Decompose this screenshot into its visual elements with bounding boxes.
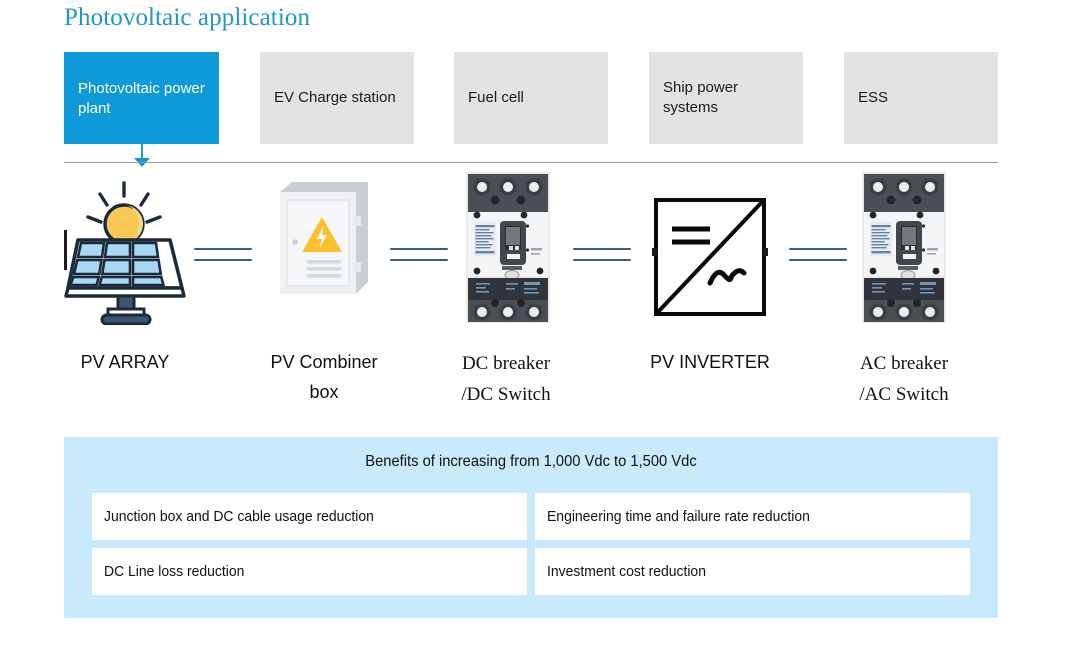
tab-label: Fuel cell [468, 89, 524, 107]
connector-dc-breaker-to-inverter [573, 248, 631, 262]
benefits-title: Benefits of increasing from 1,000 Vdc to… [365, 453, 697, 470]
label-line: box [309, 381, 339, 402]
benefit-label: Investment cost reduction [547, 563, 706, 580]
application-tab-strip: Photovoltaic power plant EV Charge stati… [64, 52, 998, 144]
tab-ship-power-systems[interactable]: Ship power systems [649, 52, 803, 144]
flow-node-pv-array [62, 170, 192, 330]
label-line: AC breaker [859, 353, 949, 374]
benefit-label: Junction box and DC cable usage reductio… [104, 508, 374, 525]
tab-label: Ship power systems [663, 79, 739, 116]
flow-node-pv-combiner-box [272, 170, 372, 330]
circuit-breaker-icon [862, 172, 946, 323]
section-divider [64, 162, 998, 163]
inverter-symbol-icon [652, 198, 768, 316]
tab-label: EV Charge station [274, 89, 396, 107]
page-title: Photovoltaic application [64, 4, 311, 31]
label-dc-breaker: DC breaker /DC Switch [430, 348, 582, 411]
label-line: PV Combiner [270, 352, 378, 372]
benefits-grid: Junction box and DC cable usage reductio… [92, 493, 970, 595]
label-pv-inverter: PV INVERTER [628, 348, 792, 378]
flow-node-pv-inverter [652, 170, 768, 330]
system-flow-diagram [0, 170, 1078, 340]
label-line: PV ARRAY [80, 352, 170, 372]
tab-fuel-cell[interactable]: Fuel cell [454, 52, 608, 144]
combiner-box-icon [280, 182, 368, 294]
circuit-breaker-icon [466, 172, 550, 323]
benefit-item: Investment cost reduction [535, 548, 970, 595]
label-line: PV INVERTER [650, 352, 770, 372]
connector-pv-array-to-combiner [194, 248, 252, 262]
flow-node-ac-breaker [860, 170, 948, 330]
tab-ess[interactable]: ESS [844, 52, 998, 144]
benefit-label: DC Line loss reduction [104, 563, 245, 580]
tab-label: ESS [858, 89, 889, 107]
benefit-item: DC Line loss reduction [92, 548, 527, 595]
tab-ev-charge-station[interactable]: EV Charge station [260, 52, 414, 144]
connector-combiner-to-dc-breaker [390, 248, 448, 262]
flow-node-dc-breaker [464, 170, 552, 330]
benefit-label: Engineering time and failure rate reduct… [547, 508, 810, 525]
label-line: /DC Switch [461, 384, 551, 406]
label-ac-breaker: AC breaker /AC Switch [824, 348, 984, 411]
benefit-item: Junction box and DC cable usage reductio… [92, 493, 527, 540]
flow-node-labels: PV ARRAY PV Combiner box DC breaker /DC … [0, 348, 1078, 408]
label-line: /AC Switch [859, 384, 949, 406]
tab-photovoltaic-power-plant[interactable]: Photovoltaic power plant [64, 52, 219, 144]
label-line: DC breaker [461, 353, 551, 374]
label-pv-combiner-box: PV Combiner box [244, 348, 404, 407]
solar-panel-icon [64, 181, 186, 325]
benefit-item: Engineering time and failure rate reduct… [535, 493, 970, 540]
label-pv-array: PV ARRAY [45, 348, 205, 378]
tab-label: Photovoltaic power plant [78, 80, 205, 117]
connector-inverter-to-ac-breaker [789, 248, 847, 262]
benefits-panel: Benefits of increasing from 1,000 Vdc to… [64, 437, 998, 618]
